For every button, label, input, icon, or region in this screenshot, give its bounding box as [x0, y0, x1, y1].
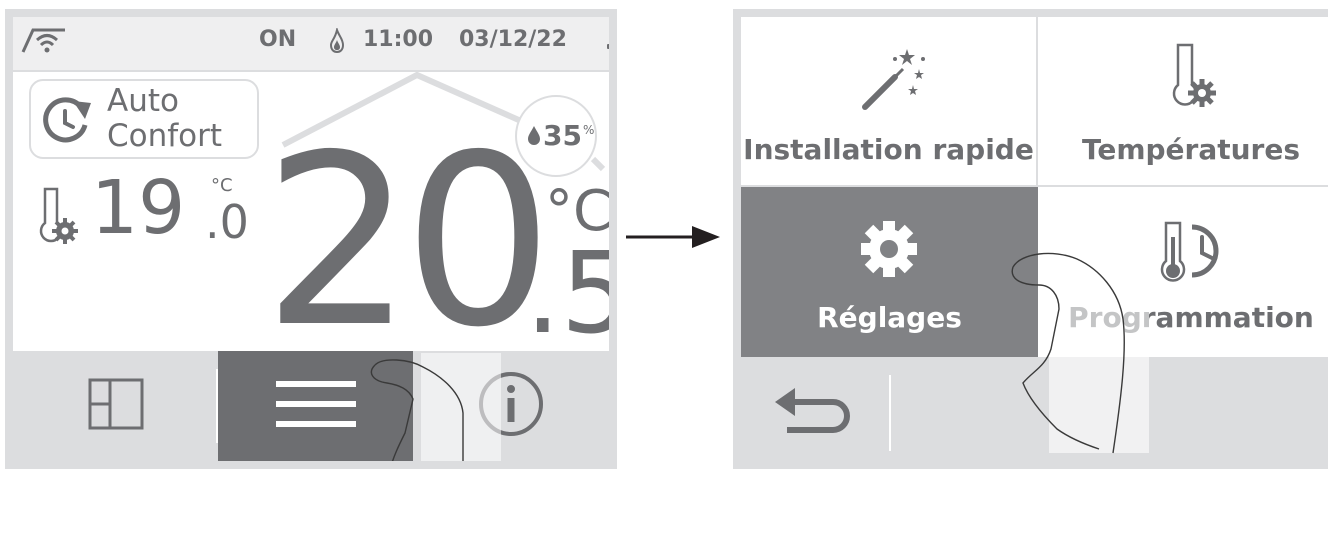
back-arrow-icon — [773, 386, 857, 440]
tile-reglages[interactable]: Réglages — [741, 187, 1038, 357]
gear-icon — [857, 217, 921, 285]
rooms-button[interactable] — [13, 351, 218, 461]
tapping-hand-icon — [1011, 243, 1149, 454]
thermometer-gear-icon — [1166, 41, 1222, 115]
tile-installation-rapide[interactable]: Installation rapide — [741, 17, 1038, 187]
rooms-icon — [86, 376, 146, 436]
back-divider — [889, 375, 891, 451]
current-temperature: 20 — [263, 104, 553, 379]
magic-wand-icon — [857, 45, 927, 119]
menu-icon — [275, 379, 356, 433]
thermostat-home-screen: ON 11:00 03/12/22 Auto Confort 19 °C .0 … — [5, 9, 617, 469]
thermostat-menu-screen: Installation rapide Températures Réglage… — [733, 9, 1328, 469]
humidity-unit: % — [583, 123, 595, 137]
humidity-value: 35 — [543, 119, 582, 152]
tile-temperatures[interactable]: Températures — [1038, 17, 1328, 187]
transition-arrow-icon — [626, 226, 720, 248]
tile-label-installation-rapide: Installation rapide — [743, 133, 1034, 166]
tile-label-reglages: Réglages — [817, 301, 962, 334]
current-temperature-decimal: .5 — [525, 229, 609, 359]
tapping-hand-icon — [370, 353, 501, 461]
tile-label-temperatures: Températures — [1081, 133, 1301, 166]
bottom-nav — [13, 351, 609, 461]
back-button[interactable] — [741, 357, 889, 461]
thermometer-clock-icon — [1156, 217, 1236, 291]
